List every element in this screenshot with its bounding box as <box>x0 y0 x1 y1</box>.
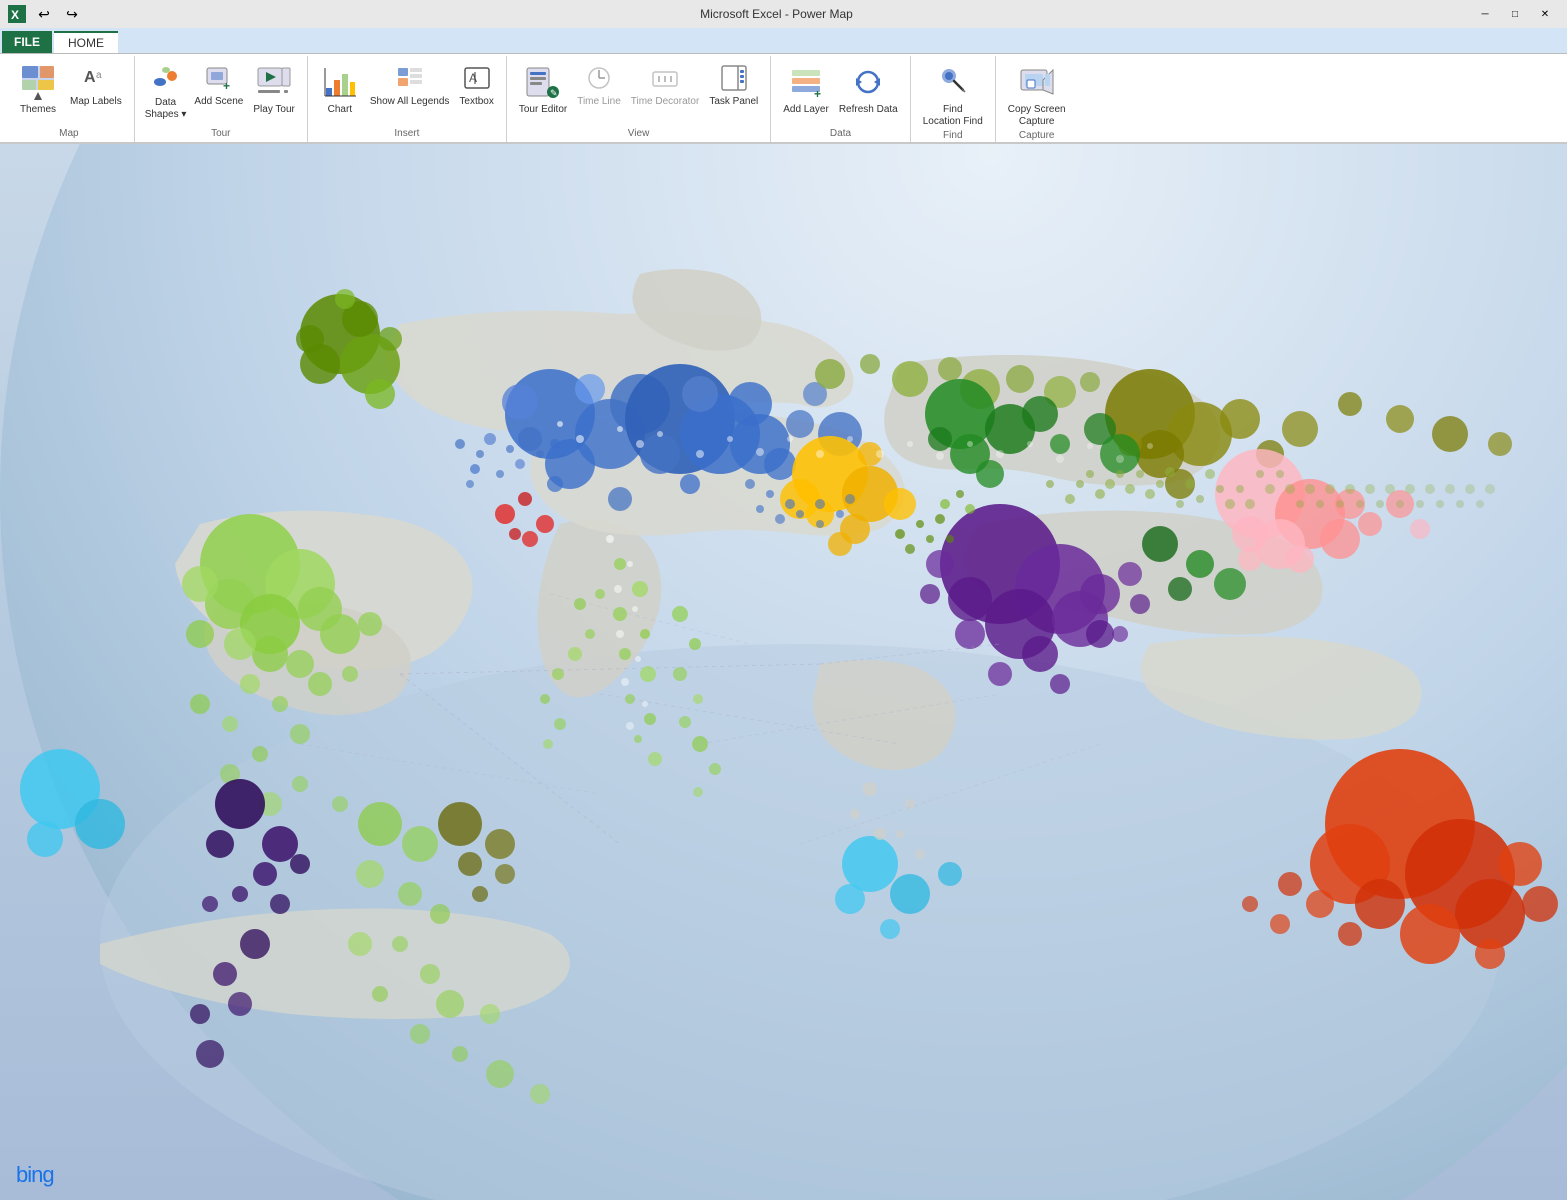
capture-group-label: Capture <box>1004 130 1070 144</box>
insert-group-label: Insert <box>316 128 498 142</box>
find-group-label: Find <box>919 130 987 144</box>
refresh-data-button[interactable]: Refresh Data <box>835 60 902 118</box>
add-scene-button[interactable]: + Add Scene <box>190 60 247 110</box>
ribbon-group-insert: Chart Show All Legends <box>308 56 507 142</box>
map-svg <box>0 144 1567 1200</box>
ribbon: Themes A a Map Labels Map <box>0 54 1567 144</box>
maximize-btn[interactable]: □ <box>1501 4 1529 24</box>
time-decorator-button[interactable]: Time Decorator <box>627 60 704 110</box>
show-all-legends-button[interactable]: Show All Legends <box>366 60 454 110</box>
map-labels-button[interactable]: A a Map Labels <box>66 60 126 110</box>
svg-text:A: A <box>84 69 96 86</box>
find-location-button[interactable]: FindLocation Find <box>919 60 987 130</box>
redo-btn[interactable]: ↪ <box>62 4 82 24</box>
svg-text:✎: ✎ <box>550 88 558 98</box>
add-layer-button[interactable]: + Add Layer <box>779 60 833 118</box>
bing-text: bing <box>16 1162 54 1187</box>
tab-bar: FILE HOME <box>0 28 1567 54</box>
title-text: Microsoft Excel - Power Map <box>700 7 853 21</box>
ribbon-group-find: FindLocation Find Find <box>911 56 996 142</box>
time-line-button[interactable]: Time Line <box>573 60 625 110</box>
tour-editor-button[interactable]: ✎ Tour Editor <box>515 60 571 118</box>
svg-text:+: + <box>814 87 821 100</box>
data-shapes-button[interactable]: DataShapes ▾ <box>143 60 189 123</box>
svg-text:+: + <box>223 79 230 92</box>
data-group-label: Data <box>779 128 902 142</box>
chart-button[interactable]: Chart <box>316 60 364 118</box>
excel-icon: X <box>8 5 26 23</box>
ribbon-group-tour: DataShapes ▾ + Add Scene <box>135 56 308 142</box>
copy-screen-button[interactable]: Copy ScreenCapture <box>1004 60 1070 130</box>
close-btn[interactable]: ✕ <box>1531 4 1559 24</box>
tab-file[interactable]: FILE <box>2 31 52 53</box>
textbox-button[interactable]: A Textbox <box>455 60 497 110</box>
undo-btn[interactable]: ↩ <box>34 4 54 24</box>
ribbon-group-view: ✎ Tour Editor Time Line <box>507 56 771 142</box>
ribbon-group-map: Themes A a Map Labels Map <box>4 56 135 142</box>
ribbon-group-capture: Copy ScreenCapture Capture <box>996 56 1078 142</box>
tab-home[interactable]: HOME <box>54 31 118 53</box>
svg-text:A: A <box>469 71 477 85</box>
minimize-btn[interactable]: ─ <box>1471 4 1499 24</box>
bing-logo: bing <box>16 1162 54 1188</box>
view-group-label: View <box>515 128 762 142</box>
tour-group-label: Tour <box>143 128 299 142</box>
task-panel-button[interactable]: Task Panel <box>705 60 762 110</box>
title-bar: X ↩ ↪ Microsoft Excel - Power Map ─ □ ✕ <box>0 0 1567 28</box>
ribbon-group-data: + Add Layer Refresh Data Data <box>771 56 911 142</box>
themes-button[interactable]: Themes <box>12 60 64 118</box>
map-group-label: Map <box>12 128 126 142</box>
play-tour-button[interactable]: Play Tour <box>249 60 299 118</box>
svg-text:X: X <box>11 8 19 22</box>
svg-text:a: a <box>96 70 102 81</box>
map-area[interactable]: bing <box>0 144 1567 1200</box>
